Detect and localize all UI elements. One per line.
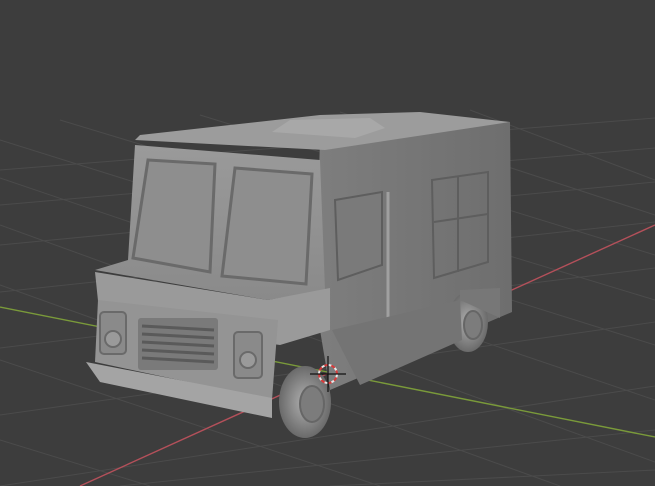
truck-model[interactable]	[86, 112, 512, 438]
headlight-right	[233, 331, 263, 379]
grille	[138, 318, 218, 370]
headlight-left	[99, 311, 127, 355]
front-wheel	[279, 366, 331, 438]
3d-viewport[interactable]	[0, 0, 655, 486]
windshield-left	[131, 158, 217, 274]
viewport-canvas[interactable]	[0, 0, 655, 486]
windshield-right	[220, 166, 314, 286]
side-window-front	[333, 190, 383, 282]
